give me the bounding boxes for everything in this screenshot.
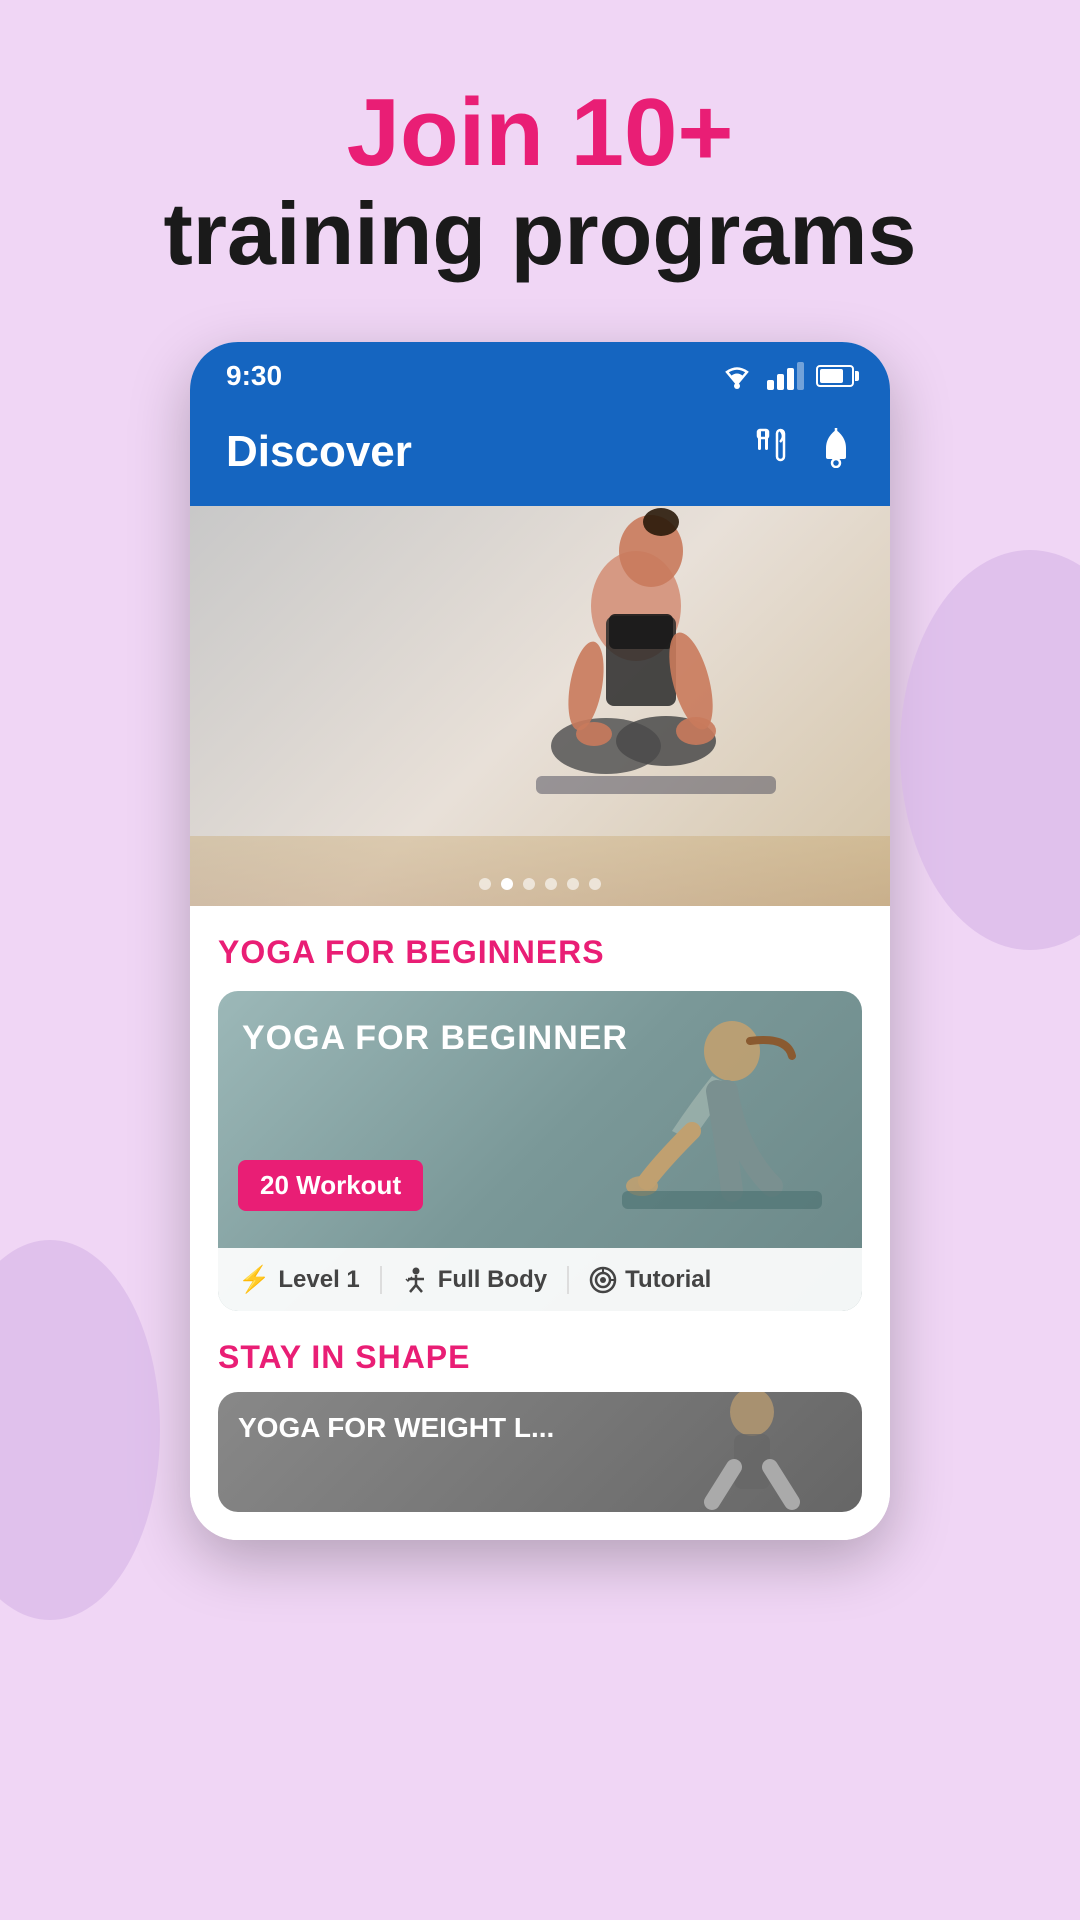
yoga-weight-card-title: YOGA FOR WEIGHT L...	[238, 1412, 554, 1444]
card2-figure	[662, 1392, 842, 1512]
tag-body: Full Body	[402, 1266, 547, 1294]
fullbody-icon	[402, 1266, 430, 1294]
tag-tutorial-label: Tutorial	[625, 1266, 711, 1294]
hero-banner	[190, 506, 890, 906]
yoga-beginner-card[interactable]: YOGA FOR BEGINNER 20 Workout ⚡ Level 1	[218, 991, 862, 1311]
yoga-weight-card[interactable]: YOGA FOR WEIGHT L...	[218, 1392, 862, 1512]
card-title-overlay: YOGA FOR BEGINNER	[242, 1019, 838, 1058]
bolt-icon: ⚡	[238, 1264, 270, 1295]
promo-title-normal: training programs	[60, 186, 1020, 283]
tag-level: ⚡ Level 1	[238, 1264, 360, 1295]
dot-4[interactable]	[545, 878, 557, 890]
carousel-dots	[479, 878, 601, 890]
tag-level-label: Level 1	[278, 1266, 359, 1294]
section-stay-shape-title: STAY IN SHAPE	[218, 1339, 862, 1376]
tag-divider-1	[380, 1266, 382, 1294]
status-time: 9:30	[226, 360, 282, 392]
content-area: YOGA FOR BEGINNERS	[190, 906, 890, 1540]
dot-1[interactable]	[479, 878, 491, 890]
status-bar: 9:30	[190, 342, 890, 406]
yoga-hero-figure	[476, 506, 796, 846]
phone-frame: 9:30	[190, 342, 890, 1540]
signal-icon	[767, 362, 804, 390]
battery-icon	[816, 365, 854, 387]
section-yoga-beginners-title: YOGA FOR BEGINNERS	[218, 934, 862, 971]
app-bar: Discover	[190, 406, 890, 506]
dot-3[interactable]	[523, 878, 535, 890]
wifi-icon	[719, 362, 755, 390]
dot-5[interactable]	[567, 878, 579, 890]
bell-icon[interactable]	[818, 426, 854, 478]
dot-2[interactable]	[501, 878, 513, 890]
app-bar-title: Discover	[226, 427, 412, 477]
tag-body-label: Full Body	[438, 1266, 547, 1294]
phone-wrapper: 9:30	[0, 342, 1080, 1540]
target-icon	[589, 1266, 617, 1294]
tag-divider-2	[567, 1266, 569, 1294]
promo-header: Join 10+ training programs	[0, 0, 1080, 342]
app-bar-actions	[752, 426, 854, 478]
yoga-beginner-card-title: YOGA FOR BEGINNER	[242, 1019, 628, 1057]
promo-title-highlight: Join 10+	[60, 80, 1020, 186]
card-tags: ⚡ Level 1 Full Body	[218, 1248, 862, 1311]
tag-tutorial: Tutorial	[589, 1266, 711, 1294]
workout-badge: 20 Workout	[238, 1160, 423, 1211]
status-icons	[719, 362, 854, 390]
food-icon[interactable]	[752, 426, 790, 478]
dot-6[interactable]	[589, 878, 601, 890]
